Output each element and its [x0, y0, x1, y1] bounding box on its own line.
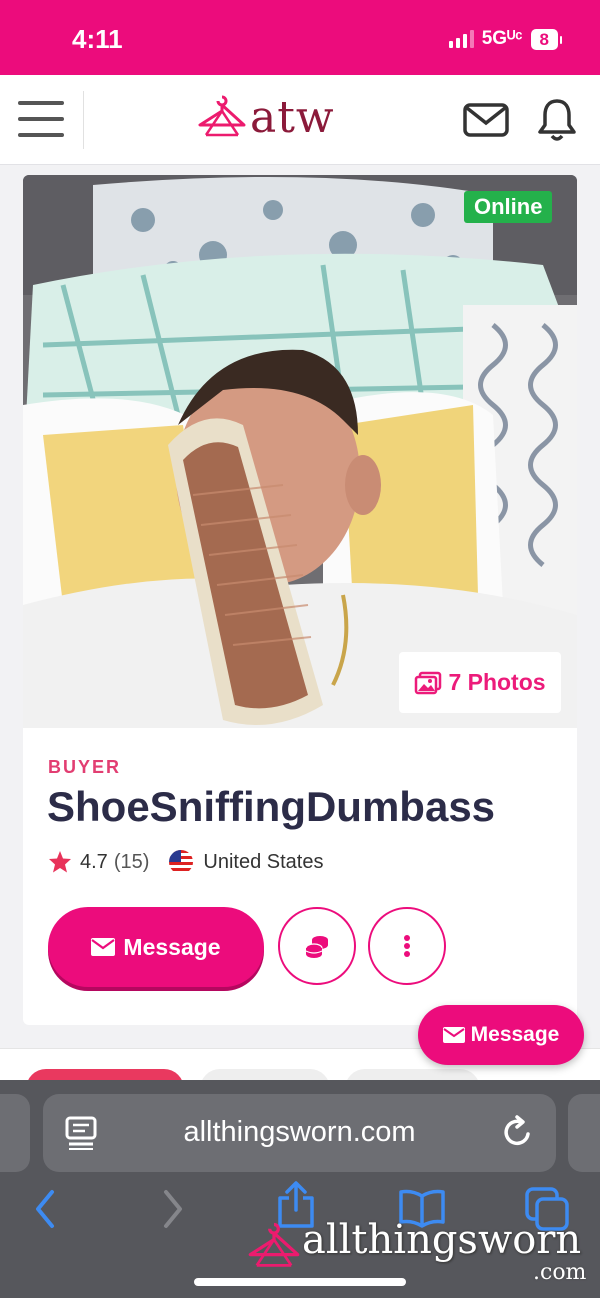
message-button-label: Message [123, 933, 221, 960]
status-indicators: 5Gᵁᶜ 8 [448, 28, 563, 50]
profile-photo-image [23, 175, 577, 728]
battery-icon: 8 [530, 28, 563, 50]
star-icon [49, 851, 71, 873]
floating-message-button[interactable]: Message [418, 1005, 584, 1065]
kebab-menu-icon [404, 935, 410, 957]
site-logo[interactable]: atw [196, 91, 335, 143]
more-options-button[interactable] [368, 907, 446, 985]
envelope-icon[interactable] [463, 103, 509, 137]
watermark: allthingsworn .com [246, 1217, 586, 1285]
user-meta: 4.7 (15) United States [48, 850, 323, 874]
envelope-icon [91, 938, 116, 956]
username: ShoeSniffingDumbass [47, 783, 496, 830]
status-bar: 4:11 5Gᵁᶜ 8 [0, 0, 600, 75]
photos-button[interactable]: 7 Photos [399, 652, 561, 713]
hamburger-icon[interactable] [18, 101, 64, 137]
envelope-icon [442, 1027, 465, 1043]
forward-icon[interactable] [160, 1188, 186, 1230]
profile-photo[interactable]: Online 7 Photos [23, 175, 577, 728]
floating-message-label: Message [470, 1023, 560, 1046]
logo-text: atw [250, 91, 335, 143]
watermark-suffix: .com [533, 1260, 587, 1285]
user-role: BUYER [48, 757, 122, 777]
rating-count: (15) [113, 850, 150, 873]
site-header: atw [0, 75, 600, 165]
tip-coins-button[interactable] [278, 907, 356, 985]
home-indicator [194, 1278, 406, 1286]
reload-icon[interactable] [501, 1114, 535, 1150]
message-button[interactable]: Message [48, 907, 264, 987]
previous-tab-preview[interactable] [0, 1094, 30, 1172]
address-bar[interactable]: allthingsworn.com [43, 1094, 556, 1172]
hanger-icon [198, 95, 246, 137]
rating-value: 4.7 [80, 850, 108, 873]
back-icon[interactable] [32, 1188, 58, 1230]
status-time: 4:11 [72, 24, 123, 54]
header-divider [83, 91, 84, 149]
photos-label: 7 Photos [448, 669, 546, 695]
images-icon [415, 671, 442, 694]
profile-card: Online 7 Photos BUYER ShoeSniffingDumbas… [23, 175, 577, 1025]
us-flag-icon [169, 850, 194, 874]
signal-icon [448, 30, 474, 48]
url-text: allthingsworn.com [183, 1116, 416, 1148]
coins-icon [305, 936, 328, 958]
hanger-icon [248, 1222, 300, 1267]
bell-icon[interactable] [537, 97, 577, 143]
country-label: United States [203, 850, 324, 873]
watermark-text: allthingsworn [302, 1217, 582, 1263]
next-tab-preview[interactable] [568, 1094, 600, 1172]
network-label: 5Gᵁᶜ [481, 28, 523, 49]
online-badge: Online [464, 191, 553, 223]
